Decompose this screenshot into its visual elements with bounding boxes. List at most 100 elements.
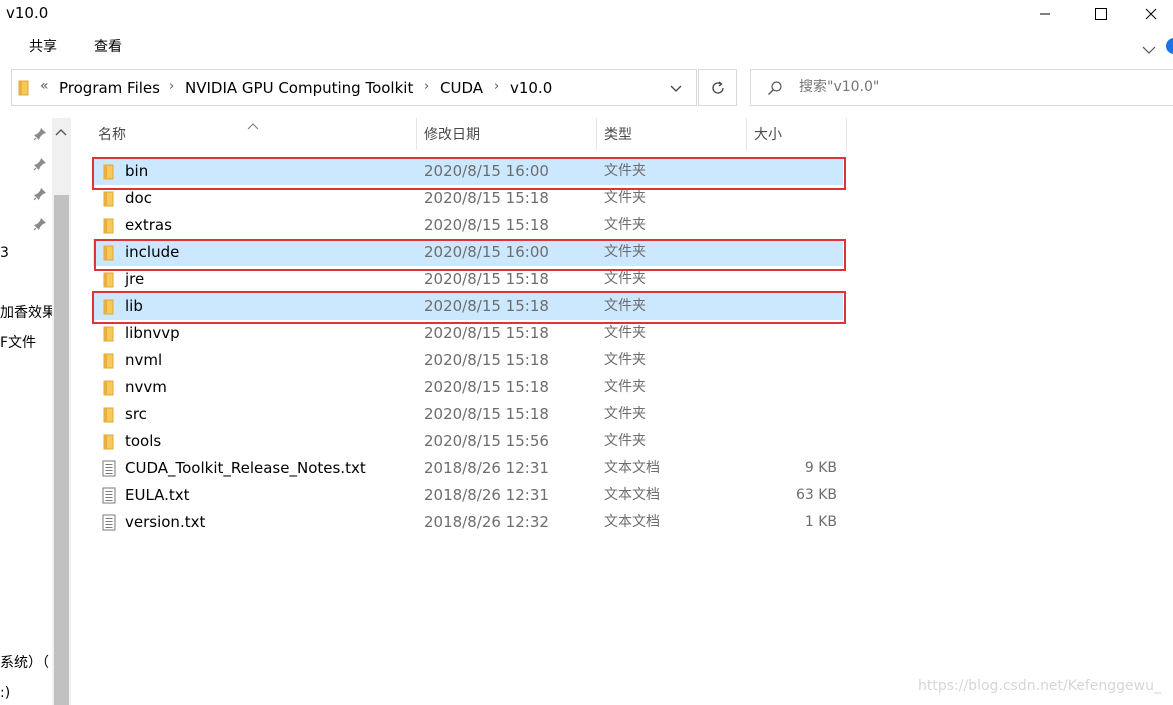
column-divider[interactable] bbox=[596, 118, 597, 150]
text-file-icon bbox=[102, 514, 116, 535]
file-row[interactable]: lib 2020/8/15 15:18 文件夹 bbox=[93, 293, 843, 320]
file-date: 2020/8/15 15:18 bbox=[424, 378, 549, 396]
file-name: lib bbox=[125, 297, 143, 315]
file-date: 2020/8/15 15:18 bbox=[424, 297, 549, 315]
file-type: 文件夹 bbox=[604, 190, 646, 206]
chevron-down-icon[interactable] bbox=[668, 78, 684, 102]
file-size: 63 KB bbox=[795, 487, 837, 503]
file-type: 文件夹 bbox=[604, 325, 646, 341]
breadcrumb-overflow-icon[interactable]: « bbox=[40, 78, 49, 94]
breadcrumb-separator-icon[interactable]: › bbox=[169, 79, 174, 94]
search-icon bbox=[767, 80, 783, 100]
nav-item[interactable]: :) bbox=[0, 684, 52, 702]
folder-icon bbox=[103, 353, 115, 373]
file-name: nvml bbox=[125, 351, 163, 369]
file-type: 文本文档 bbox=[604, 460, 660, 476]
file-type: 文件夹 bbox=[604, 433, 646, 449]
help-icon[interactable] bbox=[1166, 38, 1173, 54]
file-name: libnvvp bbox=[125, 324, 180, 342]
column-header-type[interactable]: 类型 bbox=[604, 126, 632, 144]
file-row[interactable]: src 2020/8/15 15:18 文件夹 bbox=[93, 401, 843, 428]
refresh-button[interactable] bbox=[698, 69, 737, 106]
file-row[interactable]: CUDA_Toolkit_Release_Notes.txt 2018/8/26 … bbox=[93, 455, 843, 482]
breadcrumb-v10[interactable]: v10.0 bbox=[510, 79, 552, 97]
file-row[interactable]: jre 2020/8/15 15:18 文件夹 bbox=[93, 266, 843, 293]
folder-icon bbox=[103, 434, 115, 454]
file-date: 2020/8/15 15:18 bbox=[424, 216, 549, 234]
text-file-icon bbox=[102, 460, 116, 481]
folder-icon bbox=[103, 164, 115, 184]
folder-icon bbox=[103, 272, 115, 292]
file-row[interactable]: libnvvp 2020/8/15 15:18 文件夹 bbox=[93, 320, 843, 347]
maximize-icon bbox=[1095, 8, 1107, 20]
folder-icon bbox=[103, 326, 115, 346]
file-row[interactable]: extras 2020/8/15 15:18 文件夹 bbox=[93, 212, 843, 239]
file-type: 文件夹 bbox=[604, 163, 646, 179]
file-type: 文件夹 bbox=[604, 244, 646, 260]
column-divider[interactable] bbox=[416, 118, 417, 150]
maximize-button[interactable] bbox=[1076, 0, 1126, 28]
folder-icon bbox=[18, 80, 30, 100]
column-header-size[interactable]: 大小 bbox=[754, 126, 782, 144]
breadcrumb-program-files[interactable]: Program Files bbox=[59, 79, 160, 97]
breadcrumb-cuda[interactable]: CUDA bbox=[440, 79, 483, 97]
folder-icon bbox=[103, 407, 115, 427]
column-divider[interactable] bbox=[846, 118, 847, 150]
file-type: 文件夹 bbox=[604, 406, 646, 422]
nav-scrollbar-thumb[interactable] bbox=[54, 195, 69, 705]
refresh-icon bbox=[711, 80, 724, 94]
file-row[interactable]: nvml 2020/8/15 15:18 文件夹 bbox=[93, 347, 843, 374]
breadcrumb-separator-icon[interactable]: › bbox=[424, 79, 429, 94]
file-date: 2020/8/15 15:18 bbox=[424, 405, 549, 423]
search-box[interactable] bbox=[750, 69, 1173, 106]
file-type: 文件夹 bbox=[604, 271, 646, 287]
file-row[interactable]: bin 2020/8/15 16:00 文件夹 bbox=[93, 158, 843, 185]
close-button[interactable] bbox=[1126, 0, 1173, 28]
column-header-date[interactable]: 修改日期 bbox=[424, 126, 480, 144]
file-name: extras bbox=[125, 216, 172, 234]
file-name: tools bbox=[125, 432, 162, 450]
file-date: 2020/8/15 15:18 bbox=[424, 324, 549, 342]
file-name: nvvm bbox=[125, 378, 167, 396]
file-name: version.txt bbox=[125, 513, 206, 531]
pin-icon[interactable] bbox=[33, 216, 47, 235]
column-divider[interactable] bbox=[746, 118, 747, 150]
file-type: 文件夹 bbox=[604, 379, 646, 395]
search-input[interactable] bbox=[799, 79, 1099, 95]
file-date: 2020/8/15 15:18 bbox=[424, 270, 549, 288]
nav-item[interactable]: 3 bbox=[0, 244, 52, 262]
tab-share[interactable]: 共享 bbox=[29, 38, 57, 56]
file-date: 2018/8/26 12:31 bbox=[424, 486, 549, 504]
address-bar[interactable]: « Program Files › NVIDIA GPU Computing T… bbox=[11, 69, 697, 106]
pin-icon[interactable] bbox=[33, 156, 47, 175]
pin-icon[interactable] bbox=[33, 186, 47, 205]
tab-view[interactable]: 查看 bbox=[94, 38, 122, 56]
column-header-name[interactable]: 名称 bbox=[98, 126, 126, 144]
file-date: 2020/8/15 15:56 bbox=[424, 432, 549, 450]
file-row[interactable]: include 2020/8/15 16:00 文件夹 bbox=[93, 239, 843, 266]
nav-item[interactable]: F文件 bbox=[0, 334, 52, 352]
sort-ascending-icon bbox=[247, 116, 259, 135]
file-row[interactable]: tools 2020/8/15 15:56 文件夹 bbox=[93, 428, 843, 455]
minimize-button[interactable] bbox=[1020, 0, 1070, 28]
folder-icon bbox=[103, 299, 115, 319]
pin-icon[interactable] bbox=[33, 126, 47, 145]
file-row[interactable]: nvvm 2020/8/15 15:18 文件夹 bbox=[93, 374, 843, 401]
file-name: jre bbox=[125, 270, 145, 288]
file-row[interactable]: version.txt 2018/8/26 12:32 文本文档 1 KB bbox=[93, 509, 843, 536]
file-name: CUDA_Toolkit_Release_Notes.txt bbox=[125, 459, 366, 477]
nav-item[interactable]: 系统）（ bbox=[0, 654, 52, 672]
scroll-up-icon[interactable] bbox=[55, 122, 67, 141]
file-row[interactable]: EULA.txt 2018/8/26 12:31 文本文档 63 KB bbox=[93, 482, 843, 509]
expand-ribbon-chevron-icon[interactable] bbox=[1142, 40, 1156, 59]
file-row[interactable]: doc 2020/8/15 15:18 文件夹 bbox=[93, 185, 843, 212]
nav-item[interactable]: 加香效果 bbox=[0, 304, 52, 322]
file-type: 文本文档 bbox=[604, 487, 660, 503]
breadcrumb-nvidia-toolkit[interactable]: NVIDIA GPU Computing Toolkit bbox=[185, 79, 413, 97]
file-date: 2020/8/15 15:18 bbox=[424, 351, 549, 369]
breadcrumb-separator-icon[interactable]: › bbox=[494, 79, 499, 94]
file-type: 文本文档 bbox=[604, 514, 660, 530]
file-name: src bbox=[125, 405, 147, 423]
folder-icon bbox=[103, 380, 115, 400]
folder-icon bbox=[103, 245, 115, 265]
